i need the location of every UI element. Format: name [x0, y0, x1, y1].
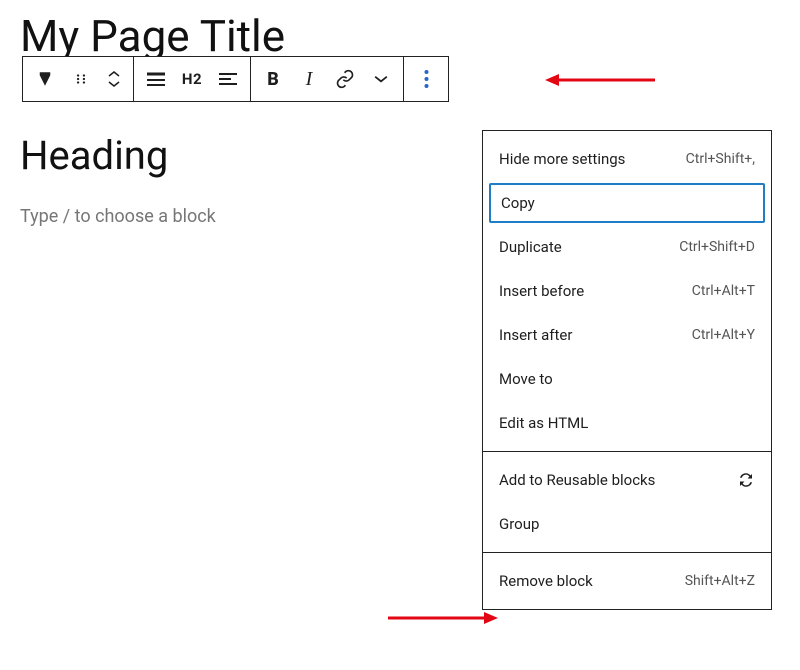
- more-options-button[interactable]: [408, 57, 444, 101]
- text-align-button[interactable]: [210, 57, 246, 101]
- dropdown-section-3: Remove block Shift+Alt+Z: [483, 552, 771, 609]
- menu-hide-more-settings[interactable]: Hide more settings Ctrl+Shift+,: [483, 137, 771, 181]
- annotation-arrow-1: [545, 70, 655, 90]
- page-title[interactable]: My Page Title: [20, 10, 285, 62]
- bold-button[interactable]: B: [255, 57, 291, 101]
- reusable-icon: [737, 471, 755, 489]
- menu-insert-after[interactable]: Insert after Ctrl+Alt+Y: [483, 313, 771, 357]
- menu-insert-before[interactable]: Insert before Ctrl+Alt+T: [483, 269, 771, 313]
- block-appender-placeholder[interactable]: Type / to choose a block: [20, 206, 216, 227]
- block-heading[interactable]: Heading: [20, 132, 168, 179]
- menu-label: Duplicate: [499, 238, 562, 256]
- link-button[interactable]: [327, 57, 363, 101]
- menu-label: Hide more settings: [499, 150, 625, 168]
- heading-level-button[interactable]: H2: [174, 57, 210, 101]
- dropdown-section-1: Hide more settings Ctrl+Shift+, Copy Dup…: [483, 131, 771, 451]
- menu-label: Insert before: [499, 282, 584, 300]
- menu-move-to[interactable]: Move to: [483, 357, 771, 401]
- menu-label: Edit as HTML: [499, 414, 588, 432]
- toolbar-group-block: [22, 56, 134, 102]
- menu-shortcut: Ctrl+Alt+Y: [692, 327, 755, 343]
- more-options-dropdown: Hide more settings Ctrl+Shift+, Copy Dup…: [482, 130, 772, 610]
- block-toolbar: H2 B I: [22, 56, 449, 102]
- dropdown-section-2: Add to Reusable blocks Group: [483, 451, 771, 552]
- move-up-down[interactable]: [99, 57, 129, 101]
- italic-button[interactable]: I: [291, 57, 327, 101]
- menu-shortcut: Ctrl+Shift+,: [686, 151, 755, 167]
- toolbar-group-more: [403, 56, 449, 102]
- menu-label: Move to: [499, 370, 553, 388]
- menu-copy[interactable]: Copy: [489, 183, 765, 223]
- menu-edit-as-html[interactable]: Edit as HTML: [483, 401, 771, 445]
- menu-label: Group: [499, 515, 539, 533]
- menu-remove-block[interactable]: Remove block Shift+Alt+Z: [483, 559, 771, 603]
- align-button[interactable]: [138, 57, 174, 101]
- menu-shortcut: Shift+Alt+Z: [685, 573, 755, 589]
- menu-label: Copy: [501, 194, 535, 212]
- chevron-down-icon: [374, 74, 388, 84]
- format-more-button[interactable]: [363, 57, 399, 101]
- chevron-up-icon: [108, 70, 120, 78]
- toolbar-group-heading: H2: [133, 56, 251, 102]
- menu-add-to-reusable[interactable]: Add to Reusable blocks: [483, 458, 771, 502]
- menu-shortcut: Ctrl+Alt+T: [692, 283, 755, 299]
- menu-duplicate[interactable]: Duplicate Ctrl+Shift+D: [483, 225, 771, 269]
- annotation-arrow-2: [388, 608, 498, 628]
- menu-label: Remove block: [499, 572, 593, 590]
- menu-group[interactable]: Group: [483, 502, 771, 546]
- toolbar-group-format: B I: [250, 56, 404, 102]
- chevron-down-icon: [108, 80, 120, 88]
- drag-handle-icon[interactable]: [63, 57, 99, 101]
- block-type-button[interactable]: [27, 57, 63, 101]
- menu-shortcut: Ctrl+Shift+D: [679, 239, 755, 255]
- menu-label: Add to Reusable blocks: [499, 471, 655, 489]
- menu-label: Insert after: [499, 326, 572, 344]
